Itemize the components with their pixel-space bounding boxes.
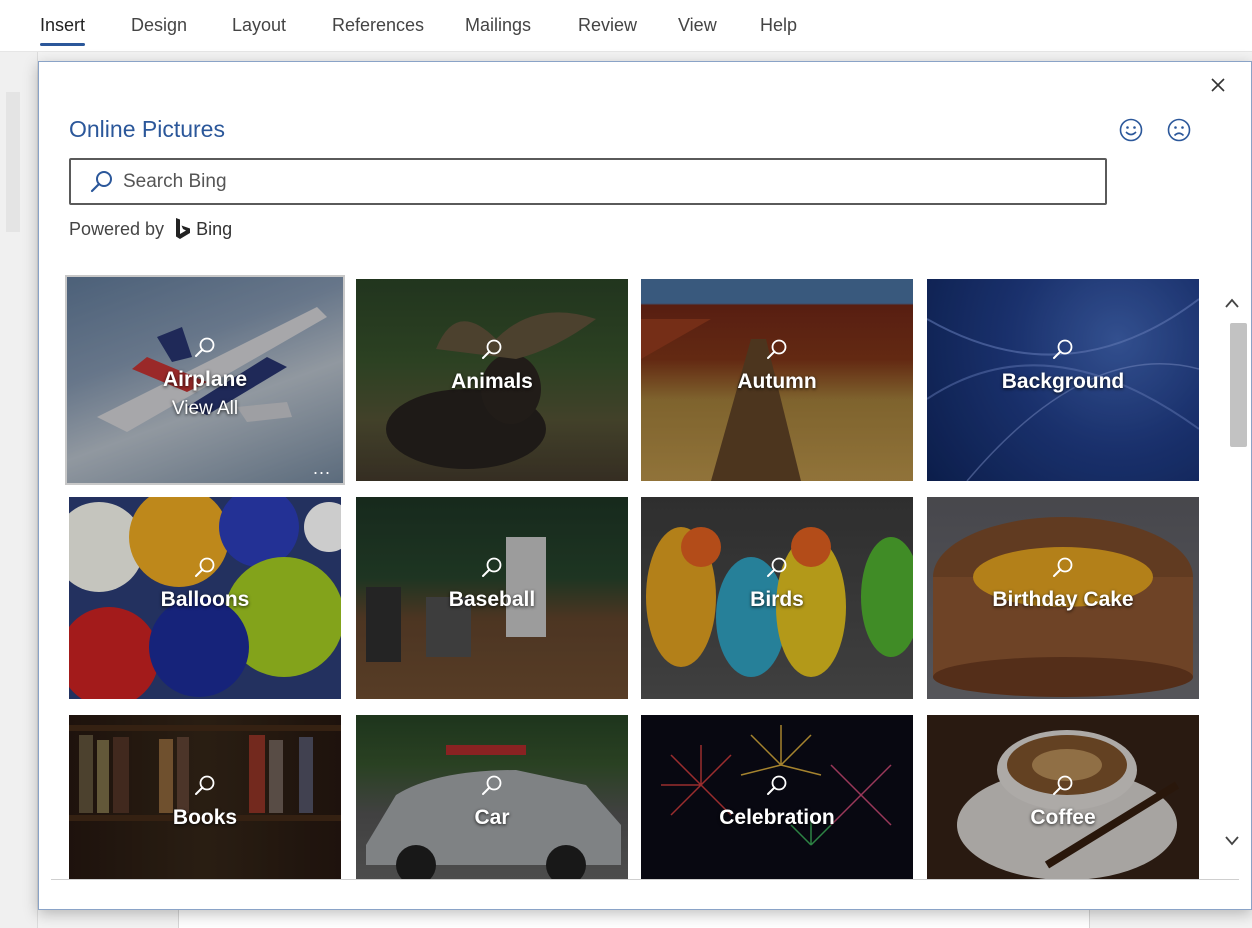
search-icon (482, 557, 502, 577)
search-icon (482, 775, 502, 795)
search-icon (1053, 775, 1073, 795)
category-tile-animals[interactable]: Animals (356, 279, 628, 481)
powered-by-label: Powered by (69, 218, 165, 239)
category-tile-birds[interactable]: Birds (641, 497, 913, 699)
search-input[interactable] (123, 160, 1105, 203)
left-rail (0, 52, 38, 928)
tile-label: Car (474, 806, 510, 829)
tile-label: Coffee (1030, 806, 1096, 829)
tile-label: Airplane (162, 368, 248, 391)
search-icon (90, 170, 112, 192)
scrollbar-thumb[interactable] (1230, 323, 1247, 447)
tile-label: Books (172, 806, 238, 829)
tile-label: Animals (451, 370, 533, 393)
category-tile-background[interactable]: Background (927, 279, 1199, 481)
tile-label: Baseball (448, 588, 536, 611)
tab-references[interactable]: References (332, 15, 424, 36)
chevron-down-icon[interactable] (1223, 831, 1241, 849)
tile-label: Background (1001, 370, 1125, 393)
tab-review[interactable]: Review (578, 15, 637, 36)
ribbon-tab-bar: Insert Design Layout References Mailings… (0, 0, 1252, 52)
tab-mailings[interactable]: Mailings (465, 15, 531, 36)
frown-icon (1167, 118, 1191, 142)
search-icon (195, 337, 215, 357)
bing-logo-icon (176, 218, 191, 239)
search-icon (195, 557, 215, 577)
more-options-button[interactable]: ... (313, 458, 331, 479)
dialog-title: Online Pictures (69, 116, 225, 142)
search-field[interactable] (69, 158, 1107, 205)
search-icon (767, 339, 787, 359)
category-tile-baseball[interactable]: Baseball (356, 497, 628, 699)
view-all-link[interactable]: View All (67, 398, 343, 420)
tile-label: Autumn (737, 370, 817, 393)
tile-label: Birds (750, 588, 804, 611)
tile-label: Balloons (160, 588, 250, 611)
category-tile-car[interactable]: Car (356, 715, 628, 879)
search-icon (482, 339, 502, 359)
close-icon (1211, 78, 1225, 92)
search-icon (1053, 339, 1073, 359)
category-grid: Airplane View All ... Animals Autumn Bac… (65, 275, 1201, 879)
tab-insert[interactable]: Insert (40, 15, 86, 46)
tab-design[interactable]: Design (131, 15, 187, 36)
powered-by: Powered by Bing (69, 216, 232, 242)
category-tile-birthday-cake[interactable]: Birthday Cake (927, 497, 1199, 699)
category-tile-balloons[interactable]: Balloons (69, 497, 341, 699)
bing-brand: Bing (196, 218, 233, 239)
search-icon (195, 775, 215, 795)
tab-layout[interactable]: Layout (232, 15, 286, 36)
category-tile-books[interactable]: Books (69, 715, 341, 879)
search-icon (1053, 557, 1073, 577)
category-tile-coffee[interactable]: Coffee (927, 715, 1199, 879)
tab-help[interactable]: Help (760, 15, 797, 36)
category-tile-autumn[interactable]: Autumn (641, 279, 913, 481)
smile-icon (1119, 118, 1143, 142)
category-tile-airplane[interactable]: Airplane View All ... (65, 275, 345, 485)
vertical-scrollbar[interactable] (1217, 279, 1247, 879)
tile-label: Birthday Cake (992, 588, 1134, 611)
tile-label: Celebration (719, 806, 835, 829)
feedback-happy-button[interactable] (1117, 116, 1147, 146)
close-button[interactable] (1204, 71, 1232, 99)
search-icon (767, 775, 787, 795)
chevron-up-icon[interactable] (1223, 295, 1241, 313)
category-tile-celebration[interactable]: Celebration (641, 715, 913, 879)
tab-view[interactable]: View (678, 15, 717, 36)
dialog-footer-divider (51, 879, 1239, 880)
online-pictures-dialog: Online Pictures Powered by Bing (38, 61, 1252, 910)
feedback-sad-button[interactable] (1165, 116, 1195, 146)
search-icon (767, 557, 787, 577)
